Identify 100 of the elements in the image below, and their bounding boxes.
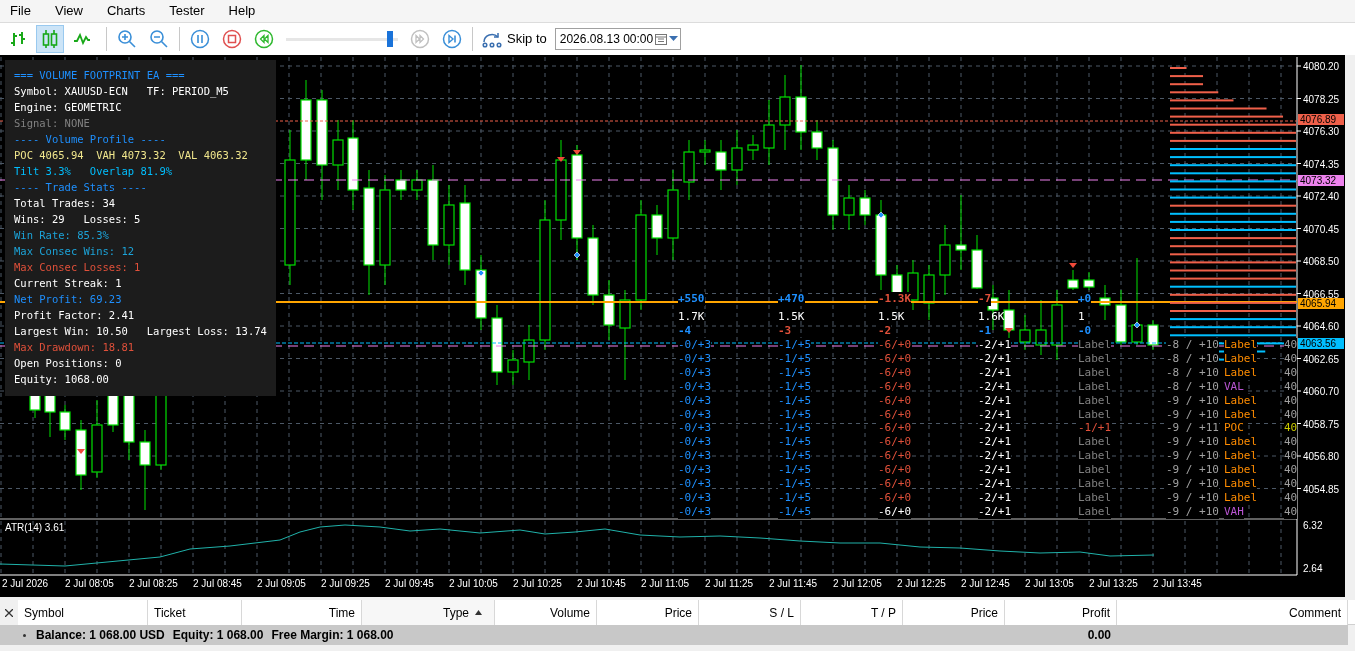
indicator-axis-label: 6.32	[1303, 519, 1323, 533]
time-axis-label: 2 Jul 12:05	[833, 577, 882, 591]
info-line: Engine: GEOMETRIC	[14, 100, 122, 115]
column-header[interactable]: S / L	[699, 600, 801, 625]
footprint-cell: -6/+0	[878, 421, 912, 436]
footprint-delta: +0	[1078, 292, 1092, 306]
footprint-delta: +550	[678, 292, 705, 306]
time-axis-label: 2 Jul 08:25	[129, 577, 178, 591]
footprint-cell: -6/+0	[878, 463, 912, 478]
footprint-cell: -0/+3	[678, 463, 712, 478]
footprint-cell: Label	[1078, 463, 1112, 478]
profit-value: 0.00	[1087, 627, 1111, 644]
column-header[interactable]: Symbol	[18, 600, 148, 625]
price-axis-label: 4058.75	[1303, 418, 1340, 430]
footprint-cell: -6/+0	[878, 338, 912, 352]
price-axis-label: 4070.45	[1303, 223, 1340, 235]
time-axis-label: 2 Jul 08:05	[65, 577, 114, 591]
column-label: Price	[970, 604, 998, 622]
price-axis-label: 4056.80	[1303, 451, 1340, 462]
column-label: Symbol	[24, 604, 64, 622]
price-tag: 4065.94	[1298, 298, 1344, 309]
time-axis-label: 2 Jul 09:45	[385, 577, 434, 591]
time-axis-label: 2 Jul 10:45	[577, 577, 626, 591]
column-label: T / P	[870, 604, 896, 622]
level-count: 40	[1284, 477, 1298, 491]
time-axis-label: 2 Jul 12:45	[961, 577, 1010, 591]
column-header[interactable]: Type	[362, 600, 495, 625]
level-count: 40	[1284, 463, 1298, 478]
info-line: POC 4065.94 VAH 4073.32 VAL 4063.32	[14, 148, 248, 163]
time-axis-label: 2 Jul 09:05	[257, 577, 306, 591]
column-header[interactable]: Price	[903, 600, 1005, 625]
column-header[interactable]: Price	[597, 600, 699, 625]
column-header[interactable]: Comment	[1117, 600, 1348, 625]
footprint-delta: +470	[778, 292, 805, 306]
menu-item[interactable]: Charts	[100, 1, 152, 21]
price-axis-label: 4072.40	[1303, 191, 1340, 202]
menu-item[interactable]: Help	[222, 1, 262, 21]
time-axis-label: 2 Jul 11:45	[769, 577, 818, 591]
info-line: Net Profit: 69.23	[14, 292, 122, 307]
column-header[interactable]: Ticket	[148, 600, 242, 625]
footprint-cell: -2/+1	[978, 477, 1012, 491]
price-axis-label: 4074.35	[1303, 158, 1340, 170]
info-line: Equity: 1068.00	[14, 372, 109, 387]
info-line: ---- Volume Profile ----	[14, 132, 166, 147]
info-line: Symbol: XAUUSD-ECN TF: PERIOD_M5	[14, 84, 229, 99]
column-label: Time	[328, 604, 355, 622]
price-axis-label: 4078.25	[1303, 93, 1340, 105]
level-ratio: -9 / +10	[1166, 449, 1219, 464]
footprint-cell: -1/+5	[778, 449, 812, 464]
time-axis-label: 2 Jul 11:25	[705, 577, 754, 591]
level-ratio: -9 / +10	[1166, 463, 1219, 478]
menu-item[interactable]: Tester	[163, 1, 211, 21]
price-axis-label: 4076.30	[1303, 126, 1340, 137]
info-line: === VOLUME FOOTPRINT EA ===	[14, 68, 185, 83]
info-line: Profit Factor: 2.41	[14, 308, 135, 323]
menu-item[interactable]: View	[48, 1, 89, 21]
column-header[interactable]: T / P	[801, 600, 903, 625]
footprint-delta: -1.3K	[878, 292, 912, 306]
summary-text: Free Margin: 1 068.00	[271, 627, 394, 644]
time-axis-label: 2 Jul 09:25	[321, 577, 370, 591]
footprint-cell: Label	[1078, 338, 1112, 352]
price-axis-label: 4066.55	[1303, 288, 1340, 300]
info-line: Current Streak: 1	[14, 276, 122, 291]
footprint-cell: -1/+5	[778, 477, 812, 491]
time-axis-label: 2 Jul 08:45	[193, 577, 242, 591]
info-line: Total Trades: 34	[14, 196, 116, 211]
footprint-delta: -7	[978, 292, 992, 306]
footprint-cell: -0/+3	[678, 477, 712, 491]
footprint-volume: 1	[1078, 310, 1085, 324]
menu-item[interactable]: File	[4, 1, 37, 21]
footprint-volume: 1.5K	[878, 310, 905, 324]
level-count: 40	[1284, 421, 1298, 436]
level-label: Label	[1224, 393, 1258, 408]
level-ratio: -9 / +10	[1166, 477, 1219, 491]
info-line: Tilt 3.3% Overlap 81.9%	[14, 164, 173, 179]
column-header[interactable]: Profit	[1005, 600, 1117, 625]
info-line: Wins: 29 Losses: 5	[14, 212, 141, 227]
footprint-volume: 1.5K	[778, 310, 805, 324]
skip-to-button[interactable]: Skip to	[479, 25, 549, 53]
price-tag: 4076.89	[1298, 114, 1344, 125]
footprint-cell: -2/+1	[978, 421, 1012, 436]
info-line: Signal: NONE	[14, 116, 90, 131]
column-header[interactable]: Volume	[495, 600, 597, 625]
info-line: Max Drawdown: 18.81	[14, 340, 135, 355]
level-count: 40	[1284, 338, 1298, 352]
indicator-label: ATR(14) 3.61	[5, 521, 65, 535]
time-axis-label: 2 Jul 10:25	[513, 577, 562, 591]
level-label: Label	[1224, 449, 1258, 464]
info-line: Max Consec Losses: 1	[14, 260, 141, 275]
price-tag: 4063.56	[1298, 338, 1344, 349]
footprint-cell: Label	[1078, 477, 1112, 491]
footprint-volume: 1.7K	[678, 310, 705, 324]
footprint-cell: -6/+0	[878, 477, 912, 491]
footprint-cell: -1/+5	[778, 421, 812, 436]
level-count: 40	[1284, 435, 1298, 450]
footprint-imbalance: -0	[1078, 324, 1092, 338]
column-header[interactable]: Time	[242, 600, 362, 625]
column-label: Profit	[1082, 604, 1110, 622]
footprint-cell: -6/+0	[878, 449, 912, 464]
footprint-cell: -2/+1	[978, 338, 1012, 352]
